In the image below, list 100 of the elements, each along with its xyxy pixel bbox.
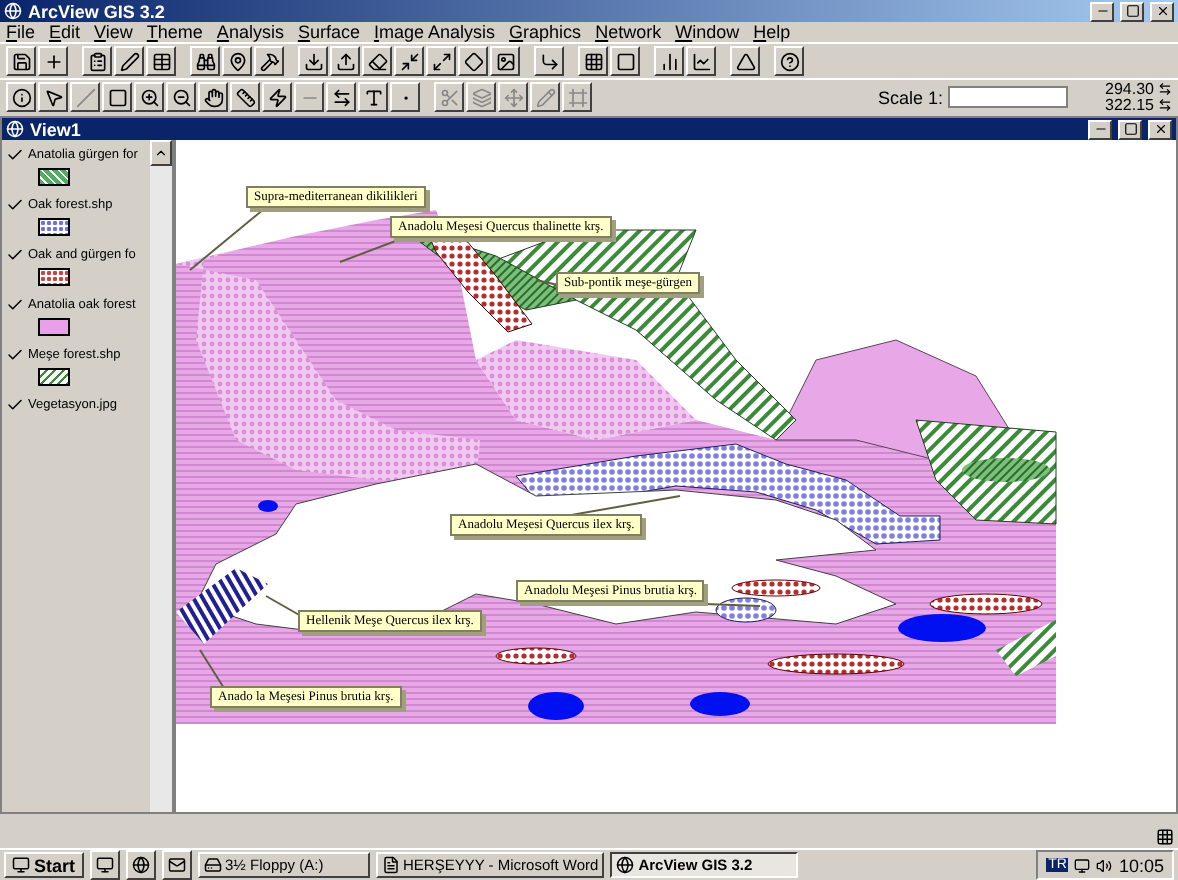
toolbar-button[interactable] (654, 46, 684, 76)
pointer-icon (43, 87, 63, 107)
hammer-icon (259, 51, 279, 71)
layer-checkbox[interactable] (6, 396, 24, 414)
scale-label: Scale 1: (878, 87, 944, 107)
toolbar-button[interactable] (6, 46, 36, 76)
close-icon (1155, 4, 1169, 18)
eraser-icon (367, 51, 387, 71)
corner-arrow-icon (539, 51, 559, 71)
upload-icon (335, 51, 355, 71)
toolbar-button[interactable] (490, 46, 520, 76)
toolbar-button[interactable] (426, 46, 456, 76)
tool-button[interactable] (198, 82, 228, 112)
tool-button[interactable] (466, 82, 496, 112)
check-icon (6, 196, 24, 214)
check-icon (6, 246, 24, 264)
diamond-icon (463, 51, 483, 71)
toolbar-button[interactable] (610, 46, 640, 76)
quick-launch-button[interactable] (89, 850, 120, 880)
tool-button[interactable] (358, 82, 388, 112)
tool-button[interactable] (498, 82, 528, 112)
scale-field[interactable] (947, 86, 1068, 108)
menu-item[interactable]: Network (595, 22, 662, 42)
minimize-icon (1095, 4, 1109, 18)
layer-checkbox[interactable] (6, 246, 24, 264)
scissors-icon (439, 87, 459, 107)
tool-button[interactable] (230, 82, 260, 112)
bar-chart-icon (659, 51, 679, 71)
menu-item[interactable]: Surface (297, 22, 360, 42)
toolbar-button[interactable] (730, 46, 760, 76)
toolbar-button[interactable] (394, 46, 424, 76)
layer-checkbox[interactable] (6, 346, 24, 364)
horizontal-arrow-icon (1158, 82, 1172, 96)
pen-icon (119, 51, 139, 71)
layer-checkbox[interactable] (6, 196, 24, 214)
menu-item[interactable]: Graphics (509, 22, 582, 42)
plus-icon (43, 51, 63, 71)
toolbar-button[interactable] (686, 46, 716, 76)
tool-button[interactable] (70, 82, 100, 112)
toolbar-button[interactable] (82, 46, 112, 76)
menu-item[interactable]: Theme (146, 22, 203, 42)
toolbar-button[interactable] (362, 46, 392, 76)
text-tool-icon (363, 87, 383, 107)
tool-button[interactable] (262, 82, 292, 112)
menu-item[interactable]: File (6, 22, 36, 42)
minimize-button[interactable] (1088, 119, 1112, 139)
toolbar-button[interactable] (458, 46, 488, 76)
toolbar-button[interactable] (38, 46, 68, 76)
toolbar-button[interactable] (298, 46, 328, 76)
desktop-icon (95, 856, 114, 874)
menu-item[interactable]: Window (675, 22, 740, 42)
tool-button[interactable] (562, 82, 592, 112)
toolbar-button[interactable] (578, 46, 608, 76)
tool-button[interactable] (530, 82, 560, 112)
start-button[interactable]: Start (4, 852, 84, 878)
monitor-icon (1074, 857, 1091, 873)
minimize-button[interactable] (1090, 1, 1114, 21)
toolbar-button[interactable] (114, 46, 144, 76)
tool-button[interactable] (6, 82, 36, 112)
toolbar-button[interactable] (774, 46, 804, 76)
tool-button[interactable] (102, 82, 132, 112)
move-icon (503, 87, 523, 107)
scroll-bar[interactable] (150, 140, 172, 812)
menu-item[interactable]: View (94, 22, 133, 42)
toolbar-button[interactable] (254, 46, 284, 76)
tool-button[interactable] (38, 82, 68, 112)
menu-item[interactable]: Image Analysis (373, 22, 496, 42)
check-icon (6, 146, 24, 164)
x-coordinate: 294.30 (1105, 81, 1154, 97)
pin-icon (227, 51, 247, 71)
layer-checkbox[interactable] (6, 296, 24, 314)
tool-button[interactable] (434, 82, 464, 112)
layers-icon (471, 87, 491, 107)
resize-grip-icon (1156, 828, 1174, 846)
tool-button[interactable] (134, 82, 164, 112)
menu-item[interactable]: Analysis (216, 22, 284, 42)
toolbar-button[interactable] (146, 46, 176, 76)
toolbar-button[interactable] (330, 46, 360, 76)
maximize-button[interactable] (1120, 1, 1144, 21)
close-button[interactable] (1150, 1, 1174, 21)
layer-checkbox[interactable] (6, 146, 24, 164)
quick-launch-button[interactable] (125, 850, 156, 880)
toolbar-button[interactable] (222, 46, 252, 76)
menu-item[interactable]: Edit (49, 22, 81, 42)
globe-icon (131, 856, 150, 874)
tool-button[interactable] (294, 82, 324, 112)
maximize-button[interactable] (1118, 119, 1142, 139)
quick-launch-button[interactable] (161, 850, 192, 880)
tool-button[interactable] (390, 82, 420, 112)
maximize-icon (1125, 4, 1139, 18)
tool-button[interactable] (166, 82, 196, 112)
toolbar-button[interactable] (190, 46, 220, 76)
close-button[interactable] (1148, 119, 1172, 139)
toolbar-button[interactable] (534, 46, 564, 76)
clock: 10:05 (1118, 855, 1164, 875)
drive-icon (203, 856, 222, 874)
tool-button[interactable] (326, 82, 356, 112)
menu-item[interactable]: Help (753, 22, 791, 42)
scroll-up-button[interactable] (150, 140, 172, 166)
maximize-icon (1123, 122, 1137, 136)
